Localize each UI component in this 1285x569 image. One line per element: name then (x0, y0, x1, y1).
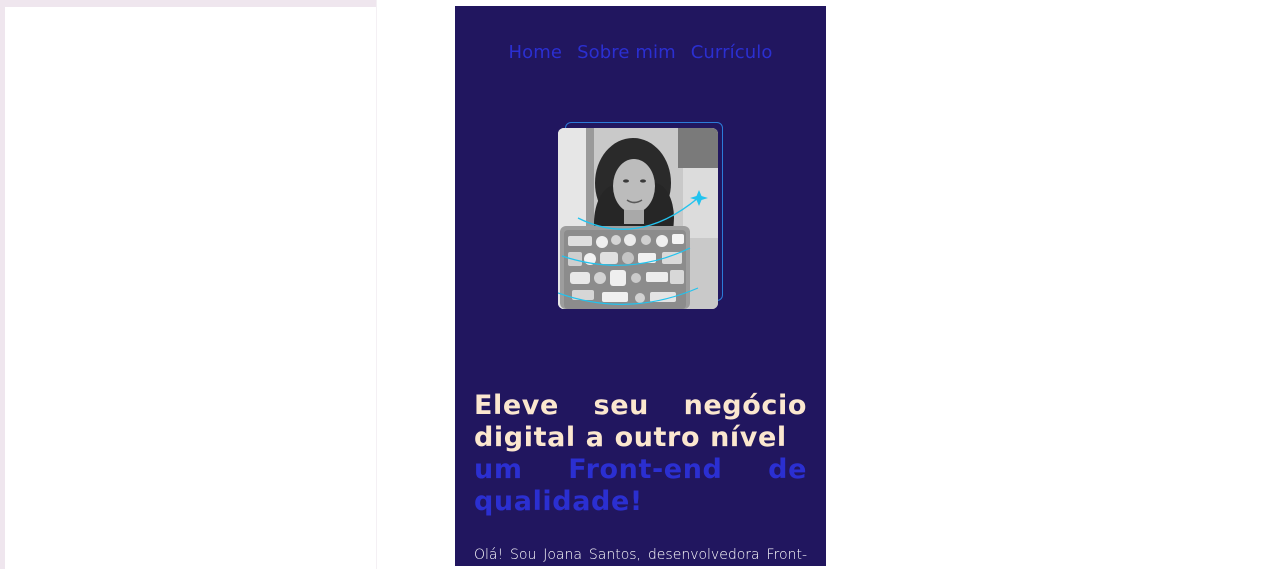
nav-link-sobre-mim[interactable]: Sobre mim (577, 42, 676, 63)
headline-primary: Eleve seu negócio digital a outro nível (474, 390, 807, 454)
headline-secondary: um Front-end de qualidade! (474, 454, 807, 518)
main-navigation: Home Sobre mim Currículo (455, 42, 826, 63)
hero-intro-text: Olá! Sou Joana Santos, desenvolvedora Fr… (474, 547, 807, 563)
profile-photo-container (556, 122, 726, 312)
panel-divider (376, 0, 377, 569)
nav-link-home[interactable]: Home (509, 42, 563, 63)
profile-photo (558, 128, 718, 309)
left-panel-content (5, 7, 376, 569)
page-preview: Home Sobre mim Currículo Eleve seu negóc… (455, 6, 826, 566)
nav-link-curriculo[interactable]: Currículo (691, 42, 773, 63)
left-panel (0, 0, 377, 569)
screen: Home Sobre mim Currículo Eleve seu negóc… (0, 0, 1285, 569)
hero-headline: Eleve seu negócio digital a outro nível … (474, 390, 807, 518)
